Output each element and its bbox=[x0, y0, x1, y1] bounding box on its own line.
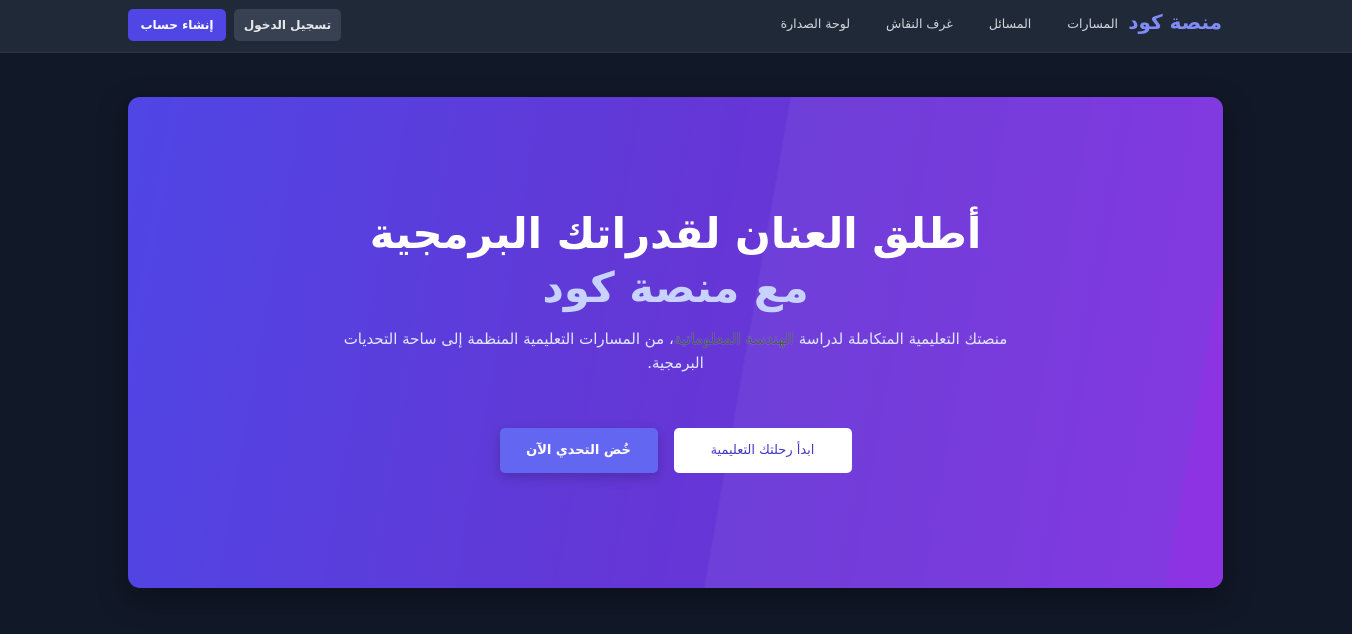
hero-title: أطلق العنان لقدراتك البرمجية bbox=[369, 209, 982, 258]
hero-content: أطلق العنان لقدراتك البرمجية مع منصة كود… bbox=[128, 207, 1223, 375]
take-challenge-button[interactable]: خُض التحدي الآن bbox=[499, 428, 658, 473]
nav-item-problems[interactable]: المسائل bbox=[989, 16, 1031, 31]
nav-item-tracks[interactable]: المسارات bbox=[1067, 16, 1118, 31]
main-nav: المسارات المسائل غرف النقاش لوحة الصدارة bbox=[781, 16, 1118, 31]
hero-desc-highlight: الهندسة المعلوماتية bbox=[673, 330, 794, 348]
nav-item-leaderboard[interactable]: لوحة الصدارة bbox=[781, 16, 850, 31]
hero-title-accent: مع منصة كود bbox=[542, 263, 809, 312]
hero-banner: أطلق العنان لقدراتك البرمجية مع منصة كود… bbox=[128, 97, 1223, 588]
hero-description: منصتك التعليمية المتكاملة لدراسة الهندسة… bbox=[316, 327, 1036, 375]
hero-actions: ابدأ رحلتك التعليمية خُض التحدي الآن bbox=[128, 428, 1223, 473]
start-journey-button[interactable]: ابدأ رحلتك التعليمية bbox=[673, 428, 852, 473]
login-button[interactable]: تسجيل الدخول bbox=[234, 9, 341, 41]
nav-item-discussion-rooms[interactable]: غرف النقاش bbox=[886, 16, 953, 31]
signup-button[interactable]: إنشاء حساب bbox=[128, 9, 226, 41]
hero-desc-part2: ، من المسارات التعليمية المنظمة إلى ساحة… bbox=[343, 330, 704, 372]
brand-logo[interactable]: منصة كود bbox=[1128, 10, 1222, 34]
top-navbar: منصة كود المسارات المسائل غرف النقاش لوح… bbox=[0, 0, 1352, 53]
auth-buttons: إنشاء حساب تسجيل الدخول bbox=[128, 9, 341, 41]
hero-desc-part1: منصتك التعليمية المتكاملة لدراسة bbox=[793, 330, 1008, 348]
